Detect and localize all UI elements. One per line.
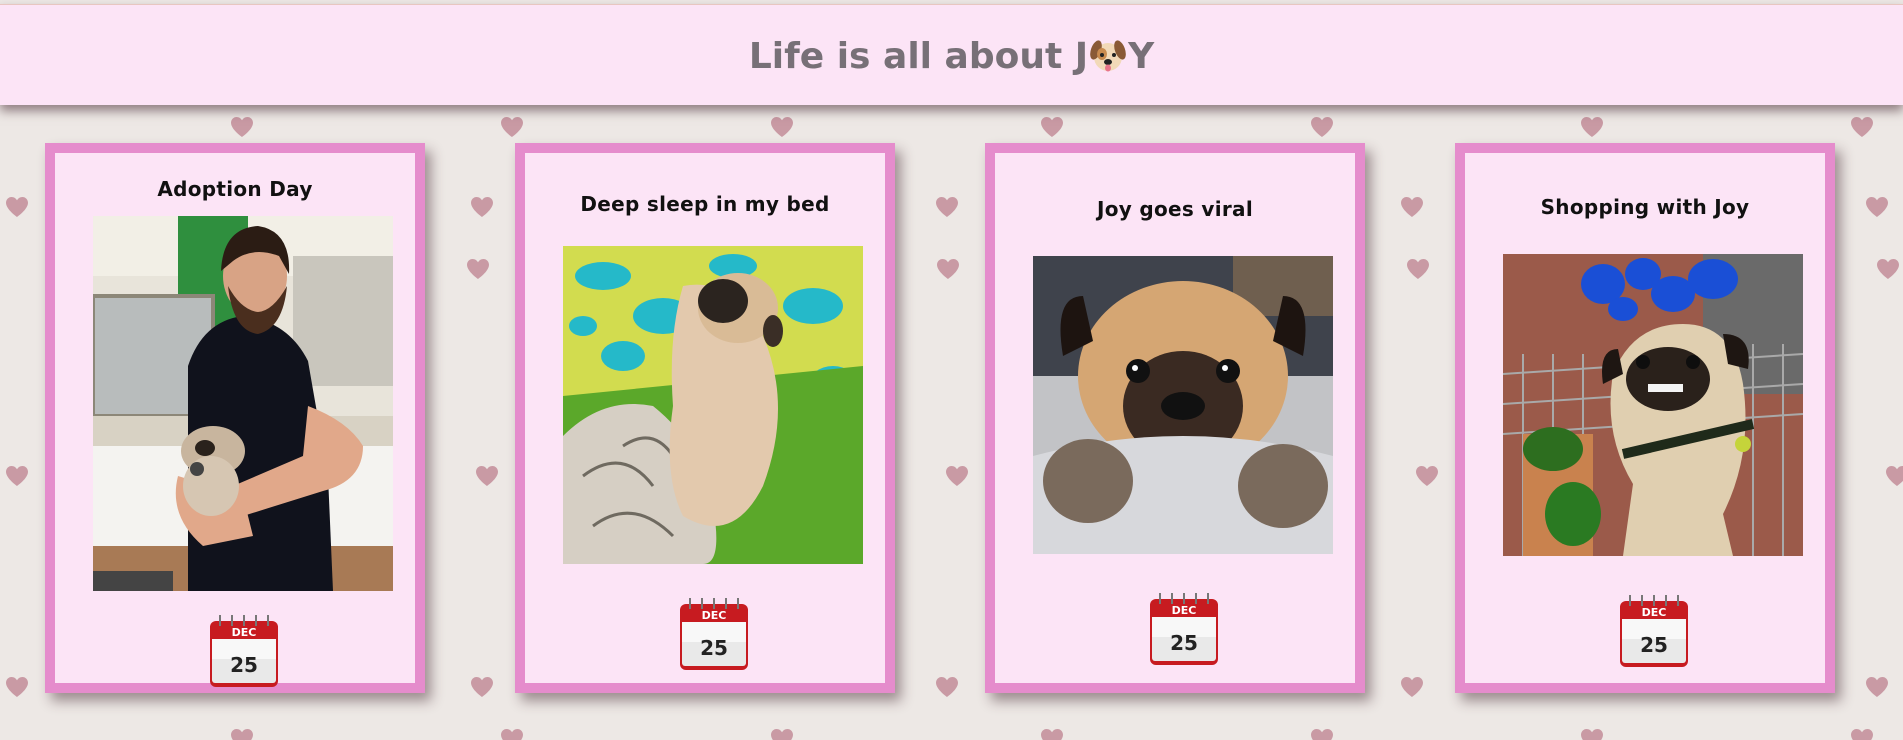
heart-icon: [946, 466, 968, 486]
calendar-day: 25: [1170, 631, 1198, 655]
page-title: Life is all about J Y: [0, 35, 1903, 79]
calendar-month: DEC: [1642, 606, 1667, 619]
heart-icon: [467, 259, 489, 279]
heart-icon: [1877, 259, 1899, 279]
heart-icon: [1416, 466, 1438, 486]
heart-icon: [471, 197, 493, 217]
heart-icon: [6, 197, 28, 217]
photo-man-holding-pug-puppy: [93, 216, 393, 591]
heart-icon: [1866, 677, 1888, 697]
card-title: Adoption Day: [157, 177, 313, 201]
heart-icon: [1311, 117, 1333, 137]
heart-icon: [1866, 197, 1888, 217]
memory-card-deep-sleep: Deep sleep in my bed DEC 25: [515, 143, 895, 693]
heart-icon: [1041, 117, 1063, 137]
dog-face-icon: [1089, 36, 1127, 74]
heart-icon: [471, 677, 493, 697]
calendar-month: DEC: [702, 609, 727, 622]
photo-pug-in-shopping-cart: [1503, 254, 1803, 556]
heart-icon: [231, 729, 253, 740]
heart-icon: [1851, 117, 1873, 137]
heart-icon: [1581, 117, 1603, 137]
heart-icon: [771, 729, 793, 740]
heart-icon: [937, 259, 959, 279]
heart-icon: [771, 117, 793, 137]
heart-icon: [501, 729, 523, 740]
calendar-month: DEC: [1172, 604, 1197, 617]
heart-icon: [1851, 729, 1873, 740]
calendar-icon: DEC 25: [210, 615, 278, 687]
heart-icon: [501, 117, 523, 137]
heart-icon: [1407, 259, 1429, 279]
card-title: Shopping with Joy: [1540, 195, 1750, 219]
calendar-icon: DEC 25: [1150, 593, 1218, 665]
calendar-day: 25: [230, 653, 258, 677]
page-header: Life is all about J Y: [0, 4, 1903, 105]
card-title: Joy goes viral: [1097, 197, 1253, 221]
heart-icon: [936, 197, 958, 217]
page-title-suffix: Y: [1128, 36, 1155, 77]
heart-icon: [6, 677, 28, 697]
heart-icon: [6, 466, 28, 486]
heart-icon: [1041, 729, 1063, 740]
calendar-month: DEC: [232, 626, 257, 639]
heart-icon: [1581, 729, 1603, 740]
calendar-icon: DEC 25: [1620, 595, 1688, 667]
heart-icon: [1401, 197, 1423, 217]
heart-icon: [476, 466, 498, 486]
memory-card-shopping-with-joy: Shopping with Joy DEC 25: [1455, 143, 1835, 693]
heart-icon: [231, 117, 253, 137]
memory-card-adoption-day: Adoption Day DEC 25: [45, 143, 425, 693]
memory-card-joy-goes-viral: Joy goes viral DEC 25: [985, 143, 1365, 693]
heart-icon: [1311, 729, 1333, 740]
calendar-day: 25: [700, 636, 728, 660]
page-title-prefix: Life is all about J: [748, 36, 1089, 77]
card-title: Deep sleep in my bed: [580, 192, 830, 216]
photo-pug-closeup-on-bed: [1033, 256, 1333, 554]
photo-pug-sleeping-on-bed: [563, 246, 863, 564]
heart-icon: [936, 677, 958, 697]
calendar-day: 25: [1640, 633, 1668, 657]
calendar-icon: DEC 25: [680, 598, 748, 670]
heart-icon: [1401, 677, 1423, 697]
heart-icon: [1886, 466, 1903, 486]
